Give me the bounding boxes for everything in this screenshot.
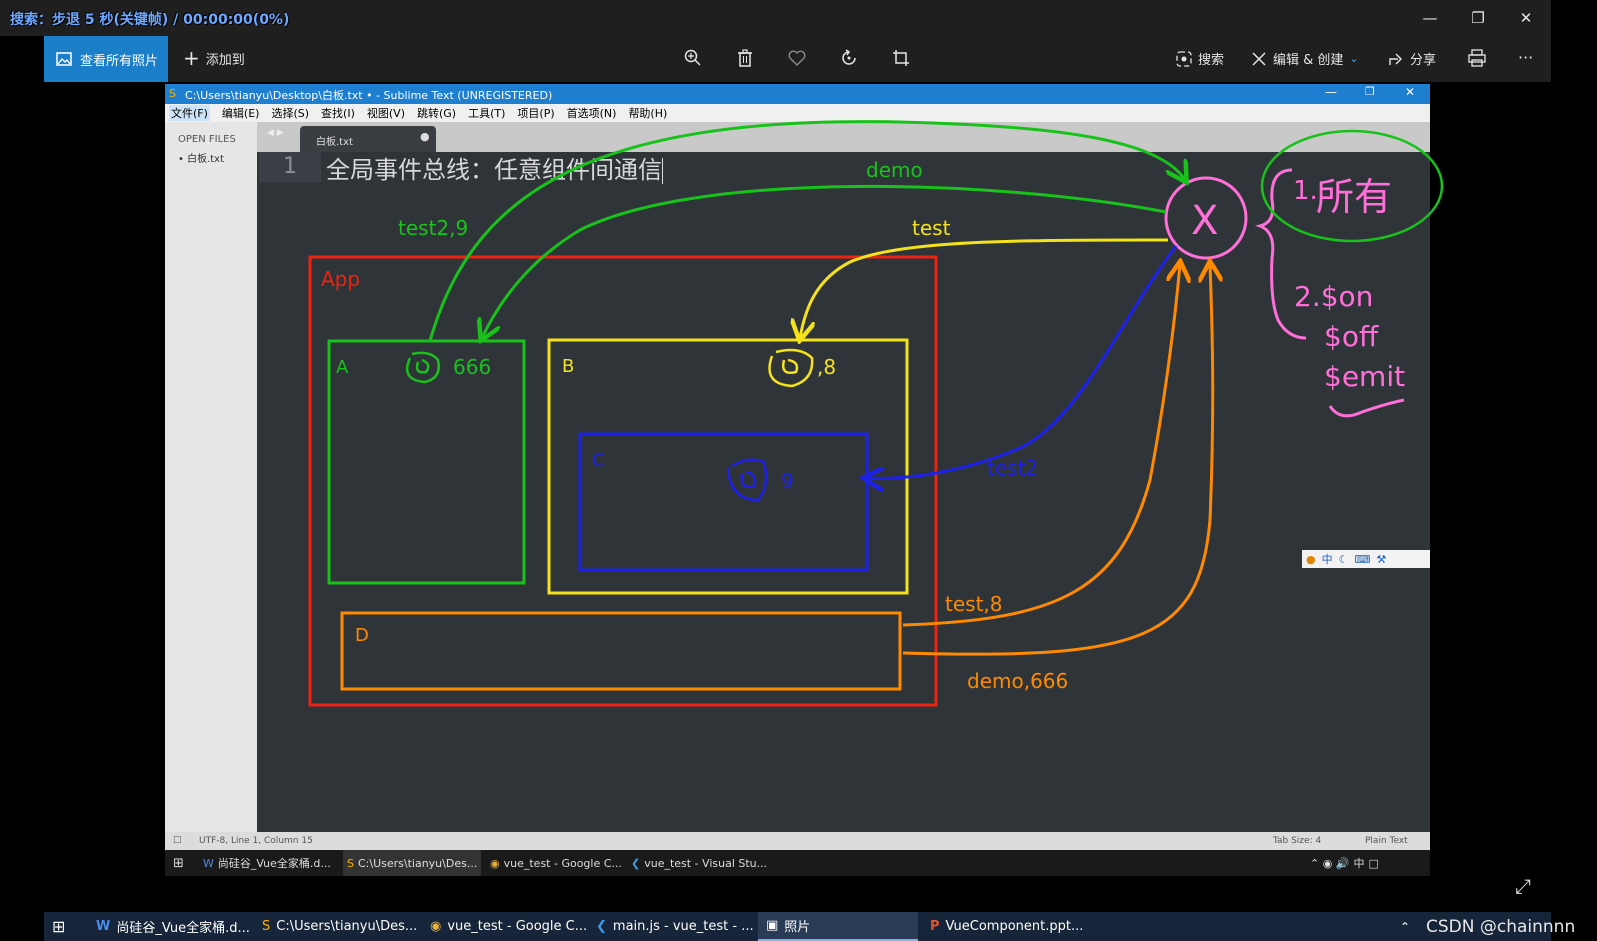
word-icon: W xyxy=(96,919,111,934)
task-sublime-label: C:\Users\tianyu\Des... xyxy=(276,919,418,934)
label-test: test xyxy=(912,216,951,240)
inner-task-word: W 尚硅谷_Vue全家桶.d... xyxy=(203,850,331,876)
task-word[interactable]: W 尚硅谷_Vue全家桶.d... xyxy=(92,912,256,941)
inner-tray: ⌃ ◉ 🔊 中 □ xyxy=(1310,856,1379,871)
windows-taskbar: ⊞ W 尚硅谷_Vue全家桶.d... S C:\Users\tianyu\Des.… xyxy=(44,912,1575,941)
value-a: 666 xyxy=(453,355,491,379)
value-b: ,8 xyxy=(817,355,836,379)
inner-task-vscode-label: vue_test - Visual Stu... xyxy=(644,856,768,870)
task-chrome-label: vue_test - Google C... xyxy=(447,919,588,934)
arrow-bus-to-a xyxy=(482,184,1167,338)
ime-keyboard-icon: ⌨ xyxy=(1354,552,1371,566)
value-c: 9 xyxy=(781,469,794,493)
status-syntax: Plain Text xyxy=(1365,836,1408,846)
component-c-label: C xyxy=(592,450,605,471)
emit-underline xyxy=(1328,398,1405,418)
note-on: 2.$on xyxy=(1294,280,1373,313)
sublime-icon: S xyxy=(262,919,271,934)
label-test2-9: test2,9 xyxy=(398,216,468,240)
task-vscode-label: main.js - vue_test - ... xyxy=(612,919,754,934)
ime-toolbar[interactable]: ● 中 ☾ ⌨ ⚒ xyxy=(1302,550,1430,568)
inner-task-vscode: ❮ vue_test - Visual Stu... xyxy=(631,850,767,876)
sublime-status-bar: □ UTF-8, Line 1, Column 15 Tab Size: 4 P… xyxy=(165,832,1430,850)
inner-task-sublime: S C:\Users\tianyu\Des... xyxy=(343,850,482,876)
label-test2: test2 xyxy=(987,456,1038,480)
scribble-a-icon xyxy=(405,351,440,384)
vscode-icon: ❮ xyxy=(596,919,607,934)
arrow-d-to-bus-test xyxy=(902,264,1180,627)
whiteboard-drawing: App A B C D 666 ,8 9 X demo test2,9 test… xyxy=(308,120,1444,707)
sublime-icon: S xyxy=(347,856,354,870)
app-box xyxy=(308,255,938,707)
ime-logo-icon: ● xyxy=(1306,552,1316,566)
chrome-icon: ◉ xyxy=(430,919,442,934)
tray-chevron-icon[interactable]: ⌃ xyxy=(1400,912,1410,941)
expand-icon: ⤢ xyxy=(1515,874,1531,898)
task-photos[interactable]: ▣ 照片 xyxy=(758,912,918,941)
component-b-label: B xyxy=(562,356,574,377)
component-c-box xyxy=(578,432,869,572)
status-tab-size: Tab Size: 4 xyxy=(1273,836,1322,846)
label-test-8: test,8 xyxy=(945,592,1003,616)
task-powerpoint[interactable]: P VueComponent.ppt... xyxy=(926,912,1090,941)
note-off: $off xyxy=(1324,320,1379,353)
note-emit: $emit xyxy=(1324,360,1405,393)
task-powerpoint-label: VueComponent.ppt... xyxy=(945,919,1084,934)
scribble-c-icon xyxy=(726,458,768,502)
label-demo: demo xyxy=(866,158,923,182)
app-label: App xyxy=(321,267,360,291)
component-d-label: D xyxy=(355,625,369,646)
component-d-box xyxy=(340,611,902,691)
label-demo-666: demo,666 xyxy=(967,669,1068,693)
ime-moon-icon: ☾ xyxy=(1338,552,1349,566)
vscode-icon: ❮ xyxy=(631,856,641,870)
event-bus-symbol: X xyxy=(1191,198,1218,244)
inner-task-word-label: 尚硅谷_Vue全家桶.d... xyxy=(217,857,331,870)
task-word-label: 尚硅谷_Vue全家桶.d... xyxy=(116,921,250,936)
windows-icon: ⊞ xyxy=(52,917,66,936)
inner-taskbar: ⊞ W 尚硅谷_Vue全家桶.d... S C:\Users\tianyu\Des.… xyxy=(165,850,1430,876)
task-vscode[interactable]: ❮ main.js - vue_test - ... xyxy=(592,912,756,941)
component-a-box xyxy=(327,339,526,585)
inner-task-chrome: ◉ vue_test - Google C... xyxy=(490,850,622,876)
watermark: CSDN @chainnnn xyxy=(1426,916,1576,937)
task-photos-label: 照片 xyxy=(784,920,811,935)
powerpoint-icon: P xyxy=(930,919,940,934)
status-position: UTF-8, Line 1, Column 15 xyxy=(199,836,313,846)
arrow-bus-to-b xyxy=(800,238,1169,338)
task-chrome[interactable]: ◉ vue_test - Google C... xyxy=(426,912,590,941)
task-sublime[interactable]: S C:\Users\tianyu\Des... xyxy=(258,912,422,941)
scribble-b-icon xyxy=(768,348,814,388)
arrow-bus-to-c xyxy=(866,245,1178,478)
word-icon: W xyxy=(203,856,214,870)
fullscreen-button[interactable]: ⤢ xyxy=(1515,874,1531,898)
inner-task-chrome-label: vue_test - Google C... xyxy=(503,856,622,870)
ime-wrench-icon: ⚒ xyxy=(1376,552,1387,566)
start-button[interactable]: ⊞ xyxy=(52,912,65,941)
component-a-label: A xyxy=(336,357,349,378)
note-1-word: 所有 xyxy=(1316,175,1392,219)
ime-mode: 中 xyxy=(1321,553,1333,566)
inner-start-icon: ⊞ xyxy=(173,855,184,871)
console-icon: □ xyxy=(173,835,182,845)
inner-tray-ime: 中 xyxy=(1353,857,1365,870)
note-1: 1. xyxy=(1293,176,1318,206)
photos-icon: ▣ xyxy=(766,918,779,933)
chrome-icon: ◉ xyxy=(490,856,500,870)
inner-task-sublime-label: C:\Users\tianyu\Des... xyxy=(357,856,478,870)
